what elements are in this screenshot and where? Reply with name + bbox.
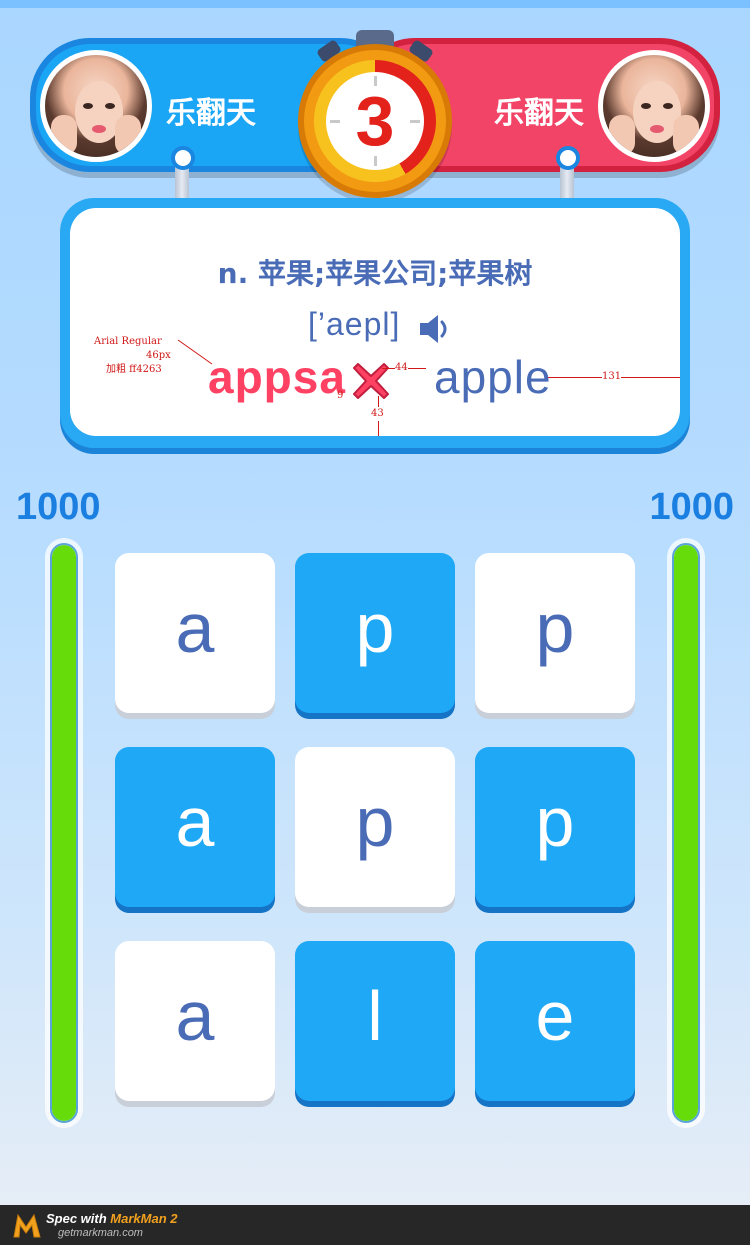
letter-tile-label: e bbox=[535, 977, 575, 1055]
progress-fill bbox=[52, 545, 76, 1121]
letter-tile-label: a bbox=[175, 783, 215, 861]
player-right-name: 乐翻天 bbox=[494, 96, 584, 131]
countdown-timer: 3 bbox=[298, 44, 452, 198]
player-left-progress-bar bbox=[45, 538, 83, 1128]
letter-tile[interactable]: p bbox=[295, 553, 455, 713]
avatar-hand bbox=[609, 115, 635, 155]
spec-font-size: 46px bbox=[146, 350, 171, 361]
question-card-body: n. 苹果;苹果公司;苹果树 [’aepl] appsa apple bbox=[70, 208, 680, 436]
letter-tile-label: p bbox=[535, 589, 575, 667]
spec-label-43: 43 bbox=[371, 407, 384, 421]
avatar-lips bbox=[650, 125, 664, 133]
spec-font-style: 加粗 ff4263 bbox=[106, 364, 162, 375]
footer-url: getmarkman.com bbox=[58, 1227, 143, 1239]
progress-track bbox=[50, 543, 78, 1123]
progress-fill bbox=[674, 545, 698, 1121]
wrong-answer: appsa bbox=[208, 351, 346, 403]
progress-track bbox=[672, 543, 700, 1123]
wrong-cross-icon bbox=[353, 363, 389, 399]
card-pin bbox=[171, 146, 195, 170]
card-pin bbox=[556, 146, 580, 170]
letter-tile-label: p bbox=[355, 783, 395, 861]
player-right-avatar[interactable] bbox=[598, 50, 710, 162]
letter-tile-label: p bbox=[535, 783, 575, 861]
avatar-eye bbox=[105, 103, 115, 109]
letter-tile[interactable]: e bbox=[475, 941, 635, 1101]
spec-font-name: Arial Regular bbox=[94, 336, 162, 347]
letter-tile[interactable]: a bbox=[115, 747, 275, 907]
word-phonetic: [’aepl] bbox=[308, 306, 401, 342]
spec-label-131: 131 bbox=[602, 370, 622, 384]
player-left-name: 乐翻天 bbox=[166, 96, 256, 131]
spec-label-44: 44 bbox=[395, 361, 408, 375]
letter-tile[interactable]: a bbox=[115, 553, 275, 713]
speaker-icon[interactable] bbox=[418, 312, 452, 346]
spec-label-9: 9 bbox=[337, 390, 344, 401]
letter-tile-label: l bbox=[367, 977, 383, 1055]
letter-grid: a p p a p p a l e bbox=[115, 553, 635, 1103]
player-left-score: 1000 bbox=[16, 486, 101, 528]
avatar-hand bbox=[673, 115, 699, 155]
markman-footer: Spec with MarkMan 2 getmarkman.com bbox=[0, 1205, 750, 1245]
timer-value: 3 bbox=[355, 82, 395, 160]
player-right-progress-bar bbox=[667, 538, 705, 1128]
footer-title: Spec with MarkMan 2 bbox=[46, 1211, 178, 1226]
player-right-score: 1000 bbox=[649, 486, 734, 528]
top-edge bbox=[0, 0, 750, 8]
markman-logo-icon bbox=[13, 1213, 41, 1238]
spec-leader-line bbox=[177, 339, 213, 365]
letter-tile-label: a bbox=[175, 977, 215, 1055]
correct-answer: apple bbox=[434, 351, 552, 403]
avatar-lips bbox=[92, 125, 106, 133]
letter-tile[interactable]: a bbox=[115, 941, 275, 1101]
letter-tile-label: p bbox=[355, 589, 395, 667]
letter-tile[interactable]: p bbox=[475, 553, 635, 713]
avatar-hand bbox=[115, 115, 141, 155]
letter-tile[interactable]: p bbox=[475, 747, 635, 907]
timer-face: 3 bbox=[326, 72, 424, 170]
avatar-hand bbox=[51, 115, 77, 155]
avatar-eye bbox=[663, 103, 673, 109]
avatar-eye bbox=[641, 103, 651, 109]
player-left-avatar[interactable] bbox=[40, 50, 152, 162]
letter-tile-label: a bbox=[175, 589, 215, 667]
letter-tile[interactable]: l bbox=[295, 941, 455, 1101]
word-definition: n. 苹果;苹果公司;苹果树 bbox=[217, 257, 533, 290]
letter-tile[interactable]: p bbox=[295, 747, 455, 907]
avatar-eye bbox=[83, 103, 93, 109]
